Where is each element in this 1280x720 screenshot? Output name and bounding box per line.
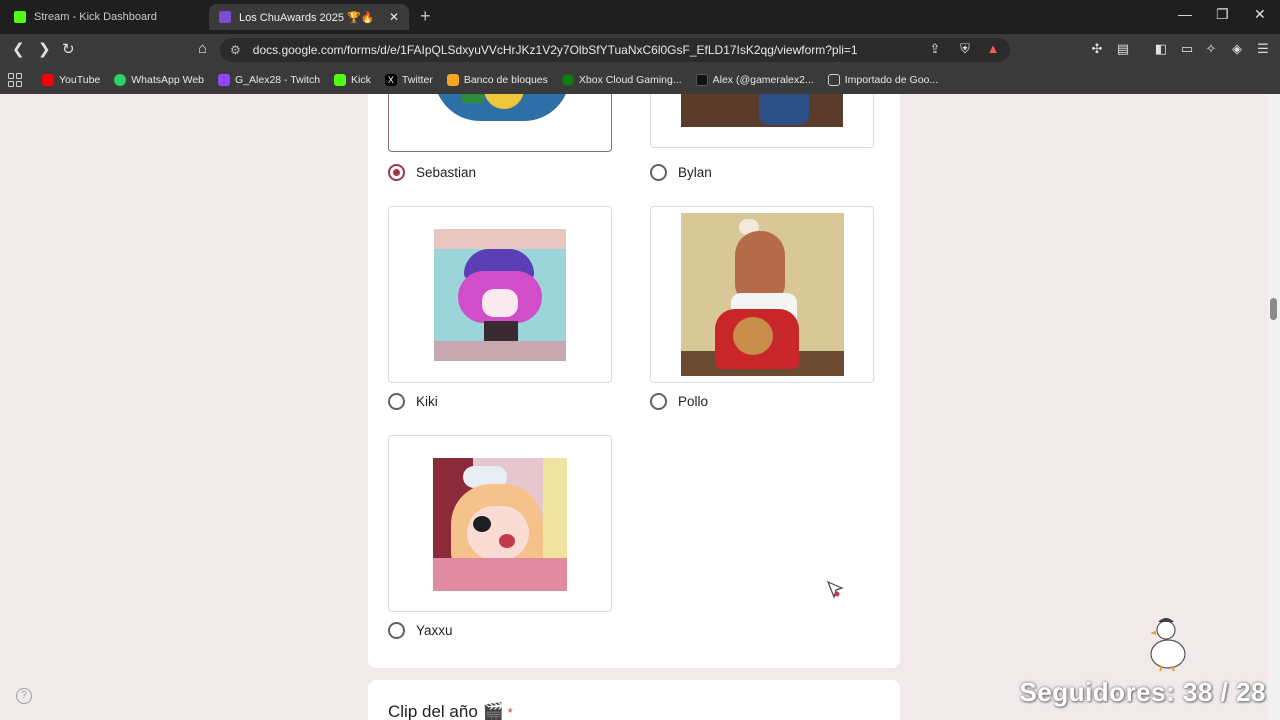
back-icon[interactable]: ❮ [12,40,25,58]
option-image-sebastian[interactable] [388,94,612,152]
radio-button[interactable] [388,164,405,181]
bookmark-label: Importado de Goo... [844,74,939,86]
forms-icon [219,11,231,23]
form-page: Sebastian Bylan Kiki Pollo Yaxxu Clip de… [0,94,1268,720]
required-mark: * [507,705,513,720]
youtube-icon [42,74,54,86]
option-image-kiki[interactable] [388,206,612,383]
tab-chuawards[interactable]: Los ChuAwards 2025 🏆🔥 ✕ [209,4,409,30]
close-tab-icon[interactable]: ✕ [389,10,399,24]
vpn-icon[interactable]: ◈ [1230,42,1244,56]
bookmark-xbox[interactable]: Xbox Cloud Gaming... [561,74,682,86]
question-card: Sebastian Bylan Kiki Pollo Yaxxu [368,94,900,668]
kick-icon [334,74,347,86]
sidebar-icon[interactable]: ◧ [1154,42,1168,56]
option-label: Kiki [416,394,438,409]
option-label: Sebastian [416,165,477,180]
bookmarks-bar: YouTube WhatsApp Web G_Alex28 - Twitch K… [0,66,1280,94]
option-yaxxu[interactable]: Yaxxu [388,622,453,639]
bookmark-label: Twitter [401,74,433,86]
pollo-picture [681,213,844,376]
bookmark-twitter[interactable]: X Twitter [384,74,433,86]
tab-strip: Stream - Kick Dashboard Los ChuAwards 20… [0,0,1280,34]
x-icon: X [384,74,397,86]
help-icon[interactable]: ? [16,688,32,704]
radio-button[interactable] [650,164,667,181]
option-image-pollo[interactable] [650,206,874,383]
radio-button[interactable] [388,393,405,410]
bookmark-whatsapp[interactable]: WhatsApp Web [114,74,204,86]
close-window-icon[interactable]: ✕ [1254,6,1266,23]
radio-button[interactable] [650,393,667,410]
reader-mode-icon[interactable]: ▤ [1116,42,1130,56]
duck-mascot-icon [1148,610,1192,672]
forward-icon[interactable]: ❯ [38,40,51,58]
bookmark-tiktok[interactable]: Alex (@gameralex2... [695,74,814,86]
yaxxu-picture [433,458,567,591]
sebastian-picture [434,94,570,121]
bookmark-label: Xbox Cloud Gaming... [578,74,682,86]
radio-button[interactable] [388,622,405,639]
question-title-text: Clip del año 🎬 [388,702,504,720]
option-kiki[interactable]: Kiki [388,393,438,410]
minimize-icon[interactable]: — [1178,6,1192,22]
next-question-card: Clip del año 🎬 * [368,680,900,720]
option-label: Pollo [678,394,709,409]
tab-kick-dashboard[interactable]: Stream - Kick Dashboard [4,4,204,30]
option-image-yaxxu[interactable] [388,435,612,612]
bookmark-label: Banco de bloques [463,74,548,86]
scrollbar-track[interactable] [1268,94,1280,720]
option-label: Bylan [678,165,712,180]
question-title: Clip del año 🎬 * [388,702,513,720]
tab-title: Stream - Kick Dashboard [34,11,157,23]
followers-counter: Seguidores: 38 / 28 [1019,677,1266,707]
cursor-icon [826,580,844,600]
extensions-icon[interactable]: ✣ [1090,42,1104,56]
kick-icon [14,11,26,23]
option-sebastian[interactable]: Sebastian [388,164,476,181]
whatsapp-icon [114,74,127,86]
reload-icon[interactable]: ↻ [62,40,75,58]
restore-icon[interactable]: ❐ [1216,6,1229,23]
folder-icon [827,74,840,86]
share-icon[interactable]: ⇪ [928,42,942,56]
bookmark-label: WhatsApp Web [131,74,205,86]
tiktok-icon [695,74,708,86]
option-bylan[interactable]: Bylan [650,164,712,181]
xbox-icon [561,74,574,86]
bookmark-label: YouTube [59,74,101,86]
toolbar: ❮ ❯ ↻ ⌂ ⚙ docs.google.com/forms/d/e/1FAI… [0,34,1280,66]
option-pollo[interactable]: Pollo [650,393,708,410]
bylan-picture [681,94,843,127]
bookmark-label: G_Alex28 - Twitch [235,74,321,86]
apps-icon[interactable] [8,73,22,87]
bookmark-youtube[interactable]: YouTube [42,74,100,86]
scrollbar-thumb[interactable] [1270,298,1277,320]
brave-rewards-icon[interactable]: ▲ [986,42,1000,56]
wallet-icon[interactable]: ▭ [1180,42,1194,56]
menu-icon[interactable]: ☰ [1256,42,1270,56]
new-tab-icon[interactable]: + [420,6,431,27]
leo-ai-icon[interactable]: ✧ [1204,42,1218,56]
option-label: Yaxxu [416,623,453,638]
bookmark-kick[interactable]: Kick [334,74,371,86]
option-image-bylan[interactable] [650,94,874,148]
twitch-icon [218,74,231,86]
bookmark-folder-imported[interactable]: Importado de Goo... [827,74,939,86]
bookmark-icon[interactable]: ⌂ [198,40,207,57]
address-bar[interactable]: ⚙ docs.google.com/forms/d/e/1FAIpQLSdxyu… [220,38,1010,62]
tab-title: Los ChuAwards 2025 🏆🔥 [239,11,375,24]
bookmark-banco-de-bloques[interactable]: Banco de bloques [446,74,548,86]
bookmark-label: Kick [351,74,371,86]
brave-shield-icon[interactable]: ⛨ [958,42,972,56]
bookmark-twitch[interactable]: G_Alex28 - Twitch [218,74,320,86]
bookmark-label: Alex (@gameralex2... [712,74,814,86]
site-info-icon[interactable]: ⚙ [230,43,241,57]
url-text: docs.google.com/forms/d/e/1FAIpQLSdxyuVV… [252,43,858,57]
block-icon [446,74,459,86]
kiki-picture [434,229,566,361]
